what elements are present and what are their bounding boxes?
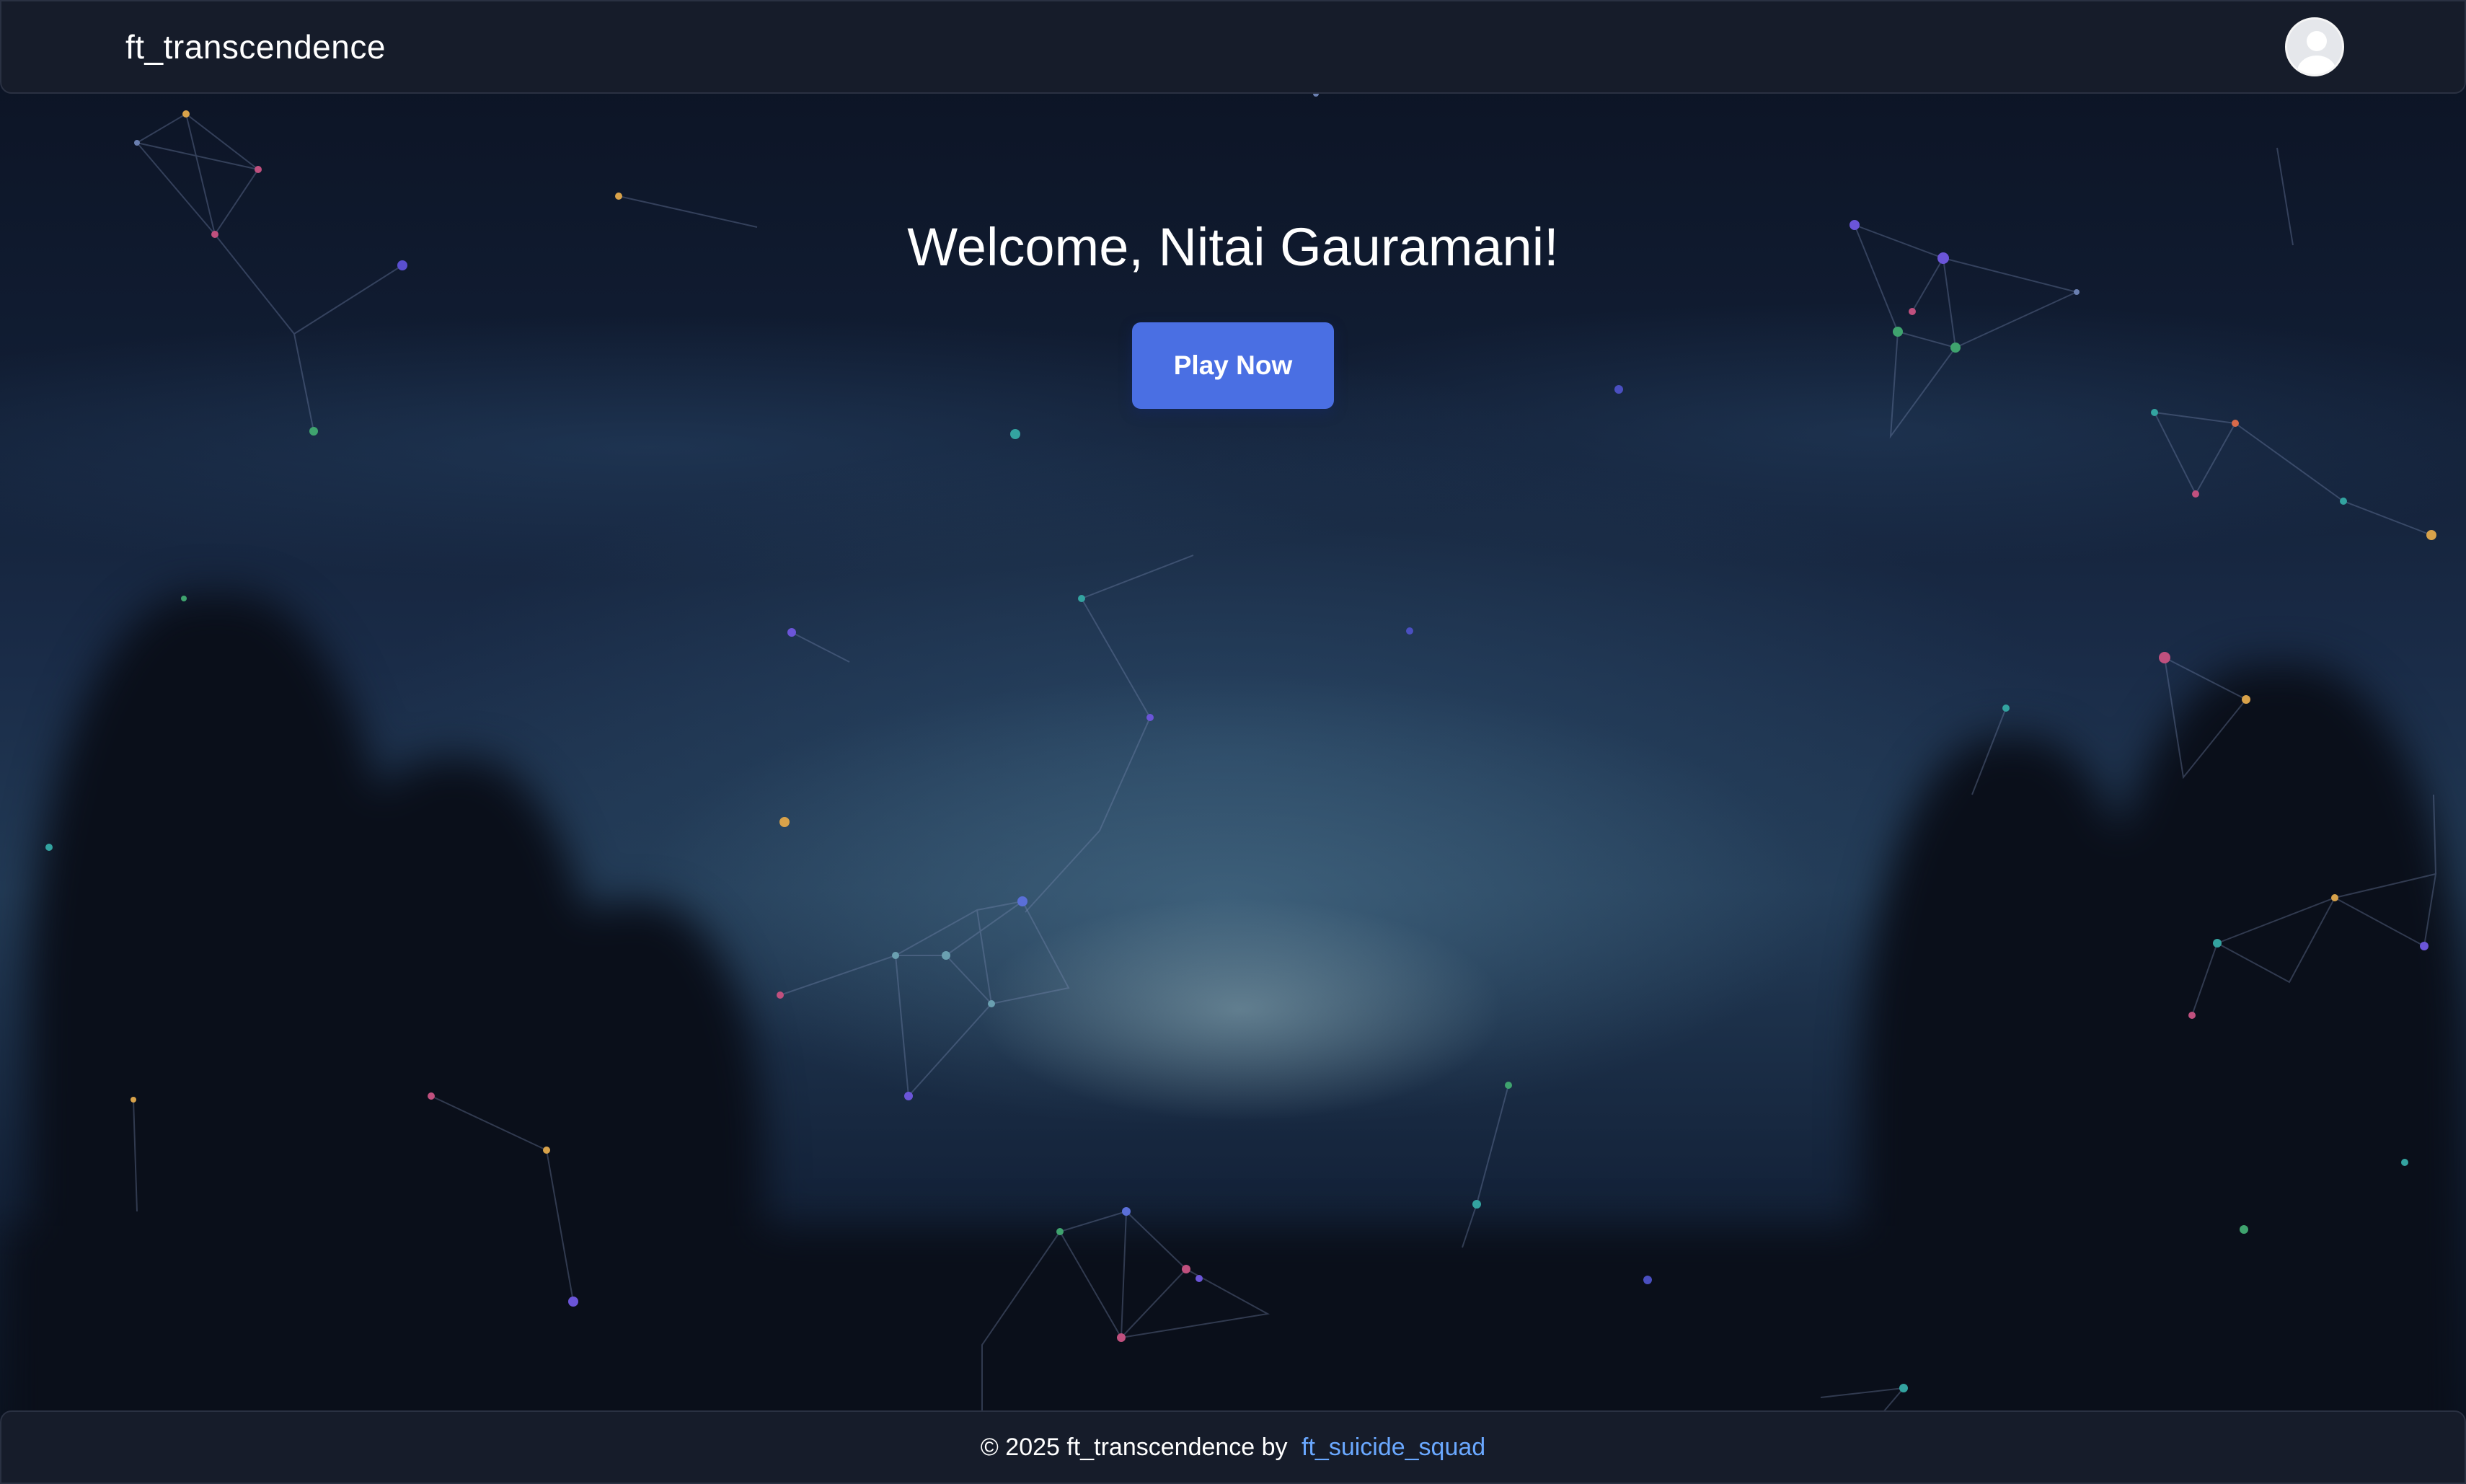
team-link[interactable]: ft_suicide_squad <box>1302 1434 1485 1462</box>
hero-section: Welcome, Nitai Gauramani! Play Now <box>0 216 2466 409</box>
brand-logo[interactable]: ft_transcendence <box>125 27 386 66</box>
footer: © 2025 ft_transcendence by ft_suicide_sq… <box>0 1410 2466 1484</box>
play-now-button[interactable]: Play Now <box>1132 322 1334 409</box>
user-avatar-icon[interactable] <box>2285 17 2344 76</box>
page: ft_transcendence Welcome, Nitai Gauraman… <box>0 0 2466 1484</box>
welcome-heading: Welcome, Nitai Gauramani! <box>907 217 1559 277</box>
footer-copyright: © 2025 ft_transcendence by <box>980 1433 1295 1461</box>
navbar: ft_transcendence <box>0 0 2466 94</box>
